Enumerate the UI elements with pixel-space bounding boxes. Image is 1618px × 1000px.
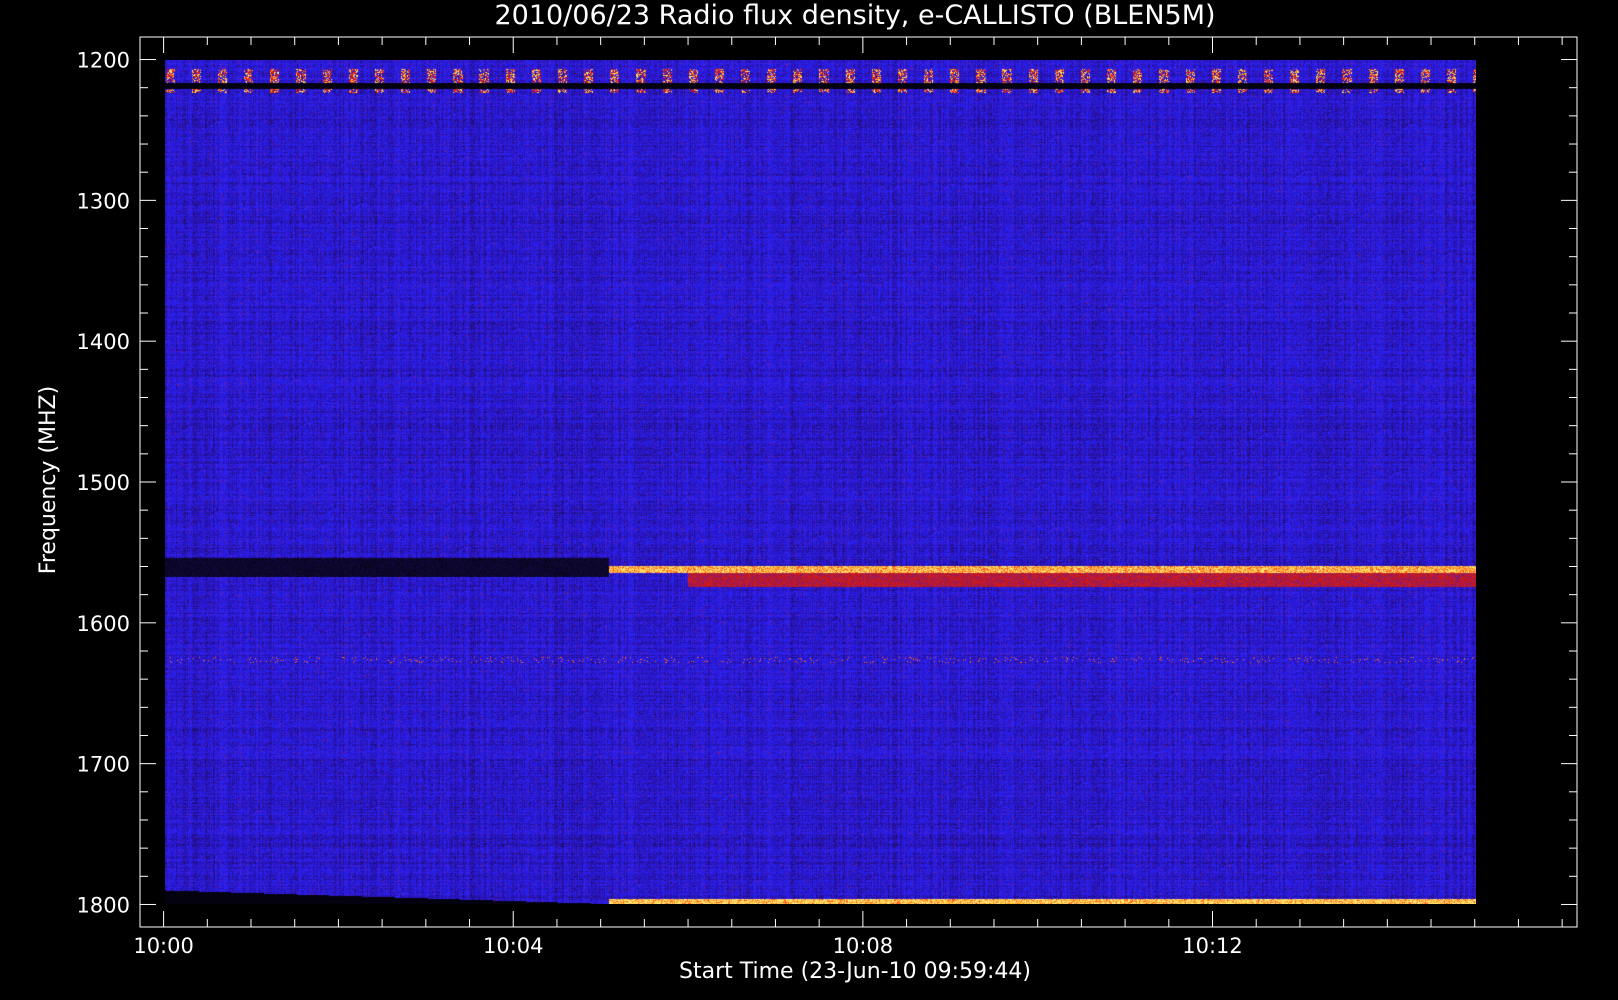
- y-tick-label: 1300: [77, 189, 130, 213]
- x-tick-label: 10:12: [1182, 934, 1243, 958]
- y-axis-label: Frequency (MHZ): [36, 386, 61, 574]
- spectrogram-chart: 2010/06/23 Radio flux density, e-CALLIST…: [36, 0, 1578, 984]
- heatmap-image: [165, 60, 1476, 904]
- chart-title: 2010/06/23 Radio flux density, e-CALLIST…: [494, 0, 1215, 31]
- y-tick-label: 1600: [77, 612, 130, 636]
- y-tick-label: 1800: [77, 893, 130, 917]
- y-tick-label: 1700: [77, 753, 130, 777]
- heatmap-raster: [165, 60, 1476, 904]
- x-tick-label: 10:00: [133, 934, 194, 958]
- x-tick-label: 10:04: [483, 934, 544, 958]
- y-tick-label: 1500: [77, 471, 130, 495]
- y-tick-label: 1400: [77, 330, 130, 354]
- x-axis-label: Start Time (23-Jun-10 09:59:44): [679, 959, 1031, 984]
- y-tick-label: 1200: [77, 49, 130, 73]
- x-tick-label: 10:08: [833, 934, 894, 958]
